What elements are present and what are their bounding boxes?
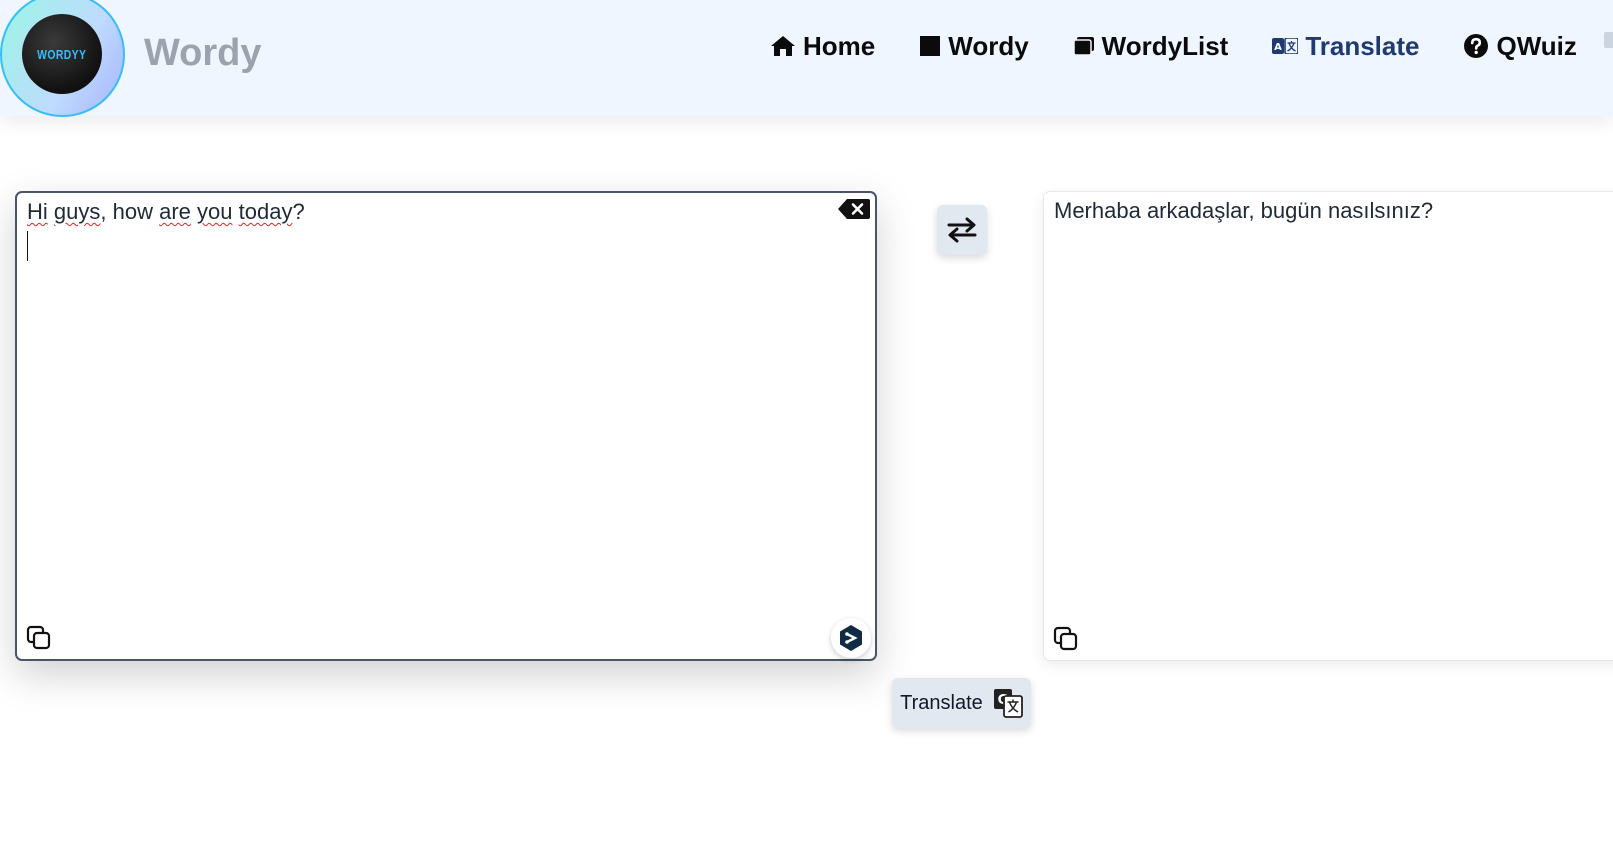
square-icon (920, 36, 941, 56)
stack-icon (1072, 37, 1094, 56)
translate-button-label: Translate (900, 691, 983, 714)
logo-text: WORDYY (37, 46, 87, 62)
question-circle-icon (1464, 34, 1489, 58)
nav-label-qwuiz: QWuiz (1496, 30, 1577, 61)
logo[interactable]: WORDYY (0, 0, 125, 117)
nav-item-wordy[interactable]: Wordy (919, 30, 1029, 62)
misspelled-word: guys (53, 199, 101, 224)
text-caret (27, 231, 28, 261)
svg-text:A: A (1274, 42, 1282, 53)
translated-text: Merhaba arkadaşlar, bugün nasılsınız? (1054, 198, 1434, 223)
nav-label-wordylist: WordyList (1101, 30, 1229, 61)
main-nav: Home Wordy WordyList A Translate QWuiz (770, 28, 1577, 64)
nav-item-home[interactable]: Home (770, 31, 875, 62)
swap-languages-button[interactable] (937, 205, 987, 255)
brand-name[interactable]: Wordy (144, 32, 262, 75)
nav-label-home: Home (803, 30, 876, 61)
translate-button[interactable]: Translate G (892, 678, 1031, 728)
nav-item-qwuiz[interactable]: QWuiz (1463, 30, 1577, 62)
clear-text-button[interactable] (837, 197, 871, 221)
target-text-panel: Merhaba arkadaşlar, bugün nasılsınız? (1043, 191, 1613, 661)
source-text-panel[interactable]: Hi guys, how are you today? (15, 191, 877, 661)
nav-label-translate: Translate (1305, 30, 1420, 61)
misspelled-word: Hi (27, 199, 48, 224)
deepl-icon (840, 625, 862, 651)
swap-arrows-icon (947, 217, 977, 243)
google-translate-icon: G (993, 689, 1023, 718)
copy-translation-button[interactable] (1053, 626, 1079, 652)
nav-label-wordy: Wordy (948, 30, 1029, 61)
backspace-icon (838, 199, 870, 219)
logo-badge: WORDYY (22, 14, 102, 94)
misspelled-word: are (159, 199, 191, 224)
source-text-fragment: , how (100, 199, 160, 224)
nav-item-wordylist[interactable]: WordyList (1072, 30, 1229, 62)
misspelled-word: today (238, 199, 293, 224)
source-textarea[interactable]: Hi guys, how are you today? (27, 199, 305, 225)
navbar: WORDYY Wordy Home Wordy WordyList A Tran… (0, 0, 1613, 117)
copy-source-button[interactable] (26, 625, 52, 651)
copy-icon (26, 625, 51, 650)
home-icon (771, 36, 795, 56)
language-icon: A (1272, 38, 1299, 54)
source-text-fragment: ? (292, 199, 305, 224)
deepl-button[interactable] (831, 618, 871, 658)
copy-icon (1053, 626, 1078, 651)
nav-item-translate[interactable]: A Translate (1272, 31, 1419, 62)
nav-overflow-image[interactable] (1604, 32, 1613, 48)
misspelled-word: you (197, 199, 233, 224)
